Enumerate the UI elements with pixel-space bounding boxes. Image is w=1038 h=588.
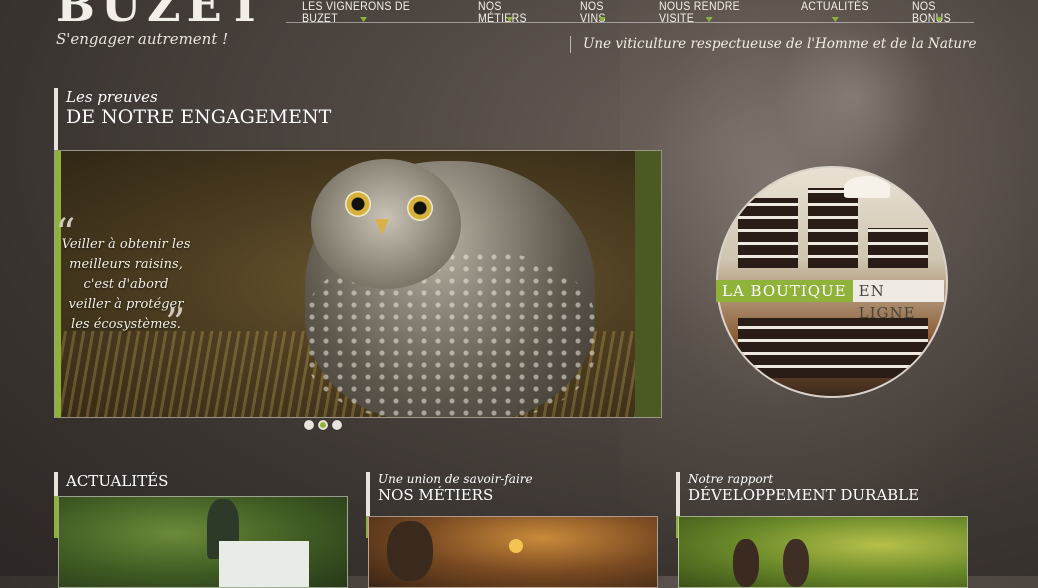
site-tagline: S'engager autrement ! [56,30,229,48]
nav-vignerons[interactable]: LES VIGNERONS DE BUZET [302,0,425,24]
nav-arrow-icon [598,17,606,22]
engagement-title: DE NOTRE ENGAGEMENT [66,106,332,128]
lamp-icon [844,176,890,198]
wine-rack [738,318,928,378]
slider-dot-2[interactable] [318,420,328,430]
owl-beak [375,219,389,235]
durable-subtitle: Notre rapport [688,472,774,486]
boutique-label[interactable]: LA BOUTIQUE EN LIGNE [716,280,944,322]
nav-arrow-icon [359,17,368,22]
durable-title: DÉVELOPPEMENT DURABLE [688,486,920,504]
site-logo[interactable]: BUZET [56,0,268,32]
nav-arrow-icon [705,17,713,22]
light-icon [509,539,523,553]
next-slide-preview[interactable] [635,151,661,417]
nav-vins[interactable]: NOS VINS [580,0,624,24]
slider-dot-3[interactable] [332,420,342,430]
main-nav: LES VIGNERONS DE BUZET NOS MÉTIERS NOS V… [286,0,974,24]
slider-dots [304,420,342,430]
person-figure [783,539,809,587]
nav-arrow-icon [830,17,838,22]
nav-arrow-icon [505,17,513,22]
durable-image[interactable] [678,516,968,588]
boutique-label-white: EN LIGNE [852,280,944,322]
wine-rack [868,228,928,268]
nav-metiers[interactable]: NOS MÉTIERS [478,0,541,24]
engagement-subtitle: Les preuves [66,88,158,106]
actualites-title: ACTUALITÉS [66,472,169,490]
nav-arrow-icon [935,17,943,22]
harvest-bin [219,541,309,587]
person-figure [733,539,759,587]
owl-eye-left [345,191,371,217]
nav-actualites[interactable]: ACTUALITÉS [801,0,869,22]
nav-visite[interactable]: NOUS RENDRE VISITE [659,0,759,24]
nav-bonus[interactable]: NOS BONUS [912,0,967,24]
metiers-image[interactable] [368,516,658,588]
slider-dot-1[interactable] [304,420,314,430]
quote-close-icon: ” [165,301,186,347]
wine-rack [738,198,798,268]
engagement-heading: Les preuves DE NOTRE ENGAGEMENT [54,88,331,150]
boutique-label-green: LA BOUTIQUE [716,280,853,302]
wine-rack [808,188,858,268]
motto: Une viticulture respectueuse de l'Homme … [570,36,983,53]
owl-eye-right [407,195,433,221]
metiers-title: NOS MÉTIERS [378,486,494,504]
engagement-slider[interactable]: “ Veiller à obtenir les meilleurs raisin… [54,150,662,418]
metiers-subtitle: Une union de savoir-faire [378,472,533,486]
person-figure [387,521,433,581]
actualites-image[interactable] [58,496,348,588]
